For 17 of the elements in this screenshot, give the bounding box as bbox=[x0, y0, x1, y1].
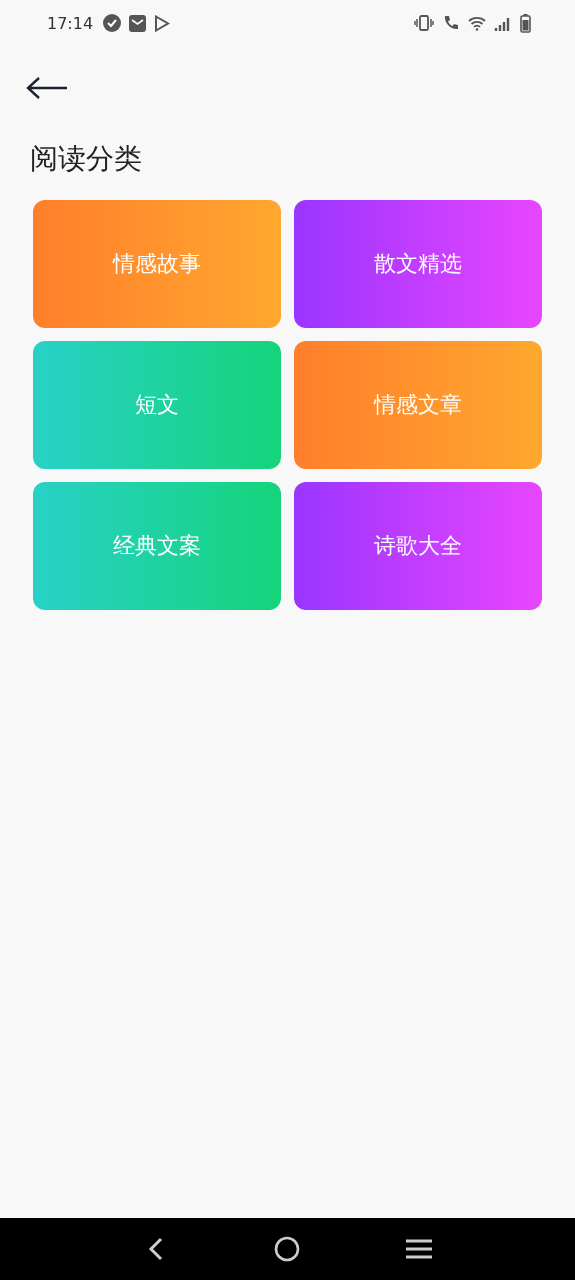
back-button[interactable] bbox=[26, 74, 70, 102]
check-circle-icon bbox=[103, 14, 122, 32]
signal-icon bbox=[494, 15, 512, 31]
vibrate-icon bbox=[414, 15, 434, 31]
category-tile[interactable]: 情感故事 bbox=[33, 200, 281, 328]
play-icon bbox=[154, 14, 171, 32]
phone-icon bbox=[442, 14, 460, 32]
status-time: 17:14 bbox=[47, 13, 94, 33]
page-title: 阅读分类 bbox=[30, 141, 143, 177]
category-tile[interactable]: 诗歌大全 bbox=[294, 482, 542, 610]
category-tile[interactable]: 情感文章 bbox=[294, 341, 542, 469]
battery-icon bbox=[520, 13, 531, 33]
category-tile[interactable]: 散文精选 bbox=[294, 200, 542, 328]
mail-icon bbox=[129, 14, 147, 32]
wifi-icon bbox=[468, 15, 486, 31]
category-tile[interactable]: 短文 bbox=[33, 341, 281, 469]
category-tile[interactable]: 经典文案 bbox=[33, 482, 281, 610]
